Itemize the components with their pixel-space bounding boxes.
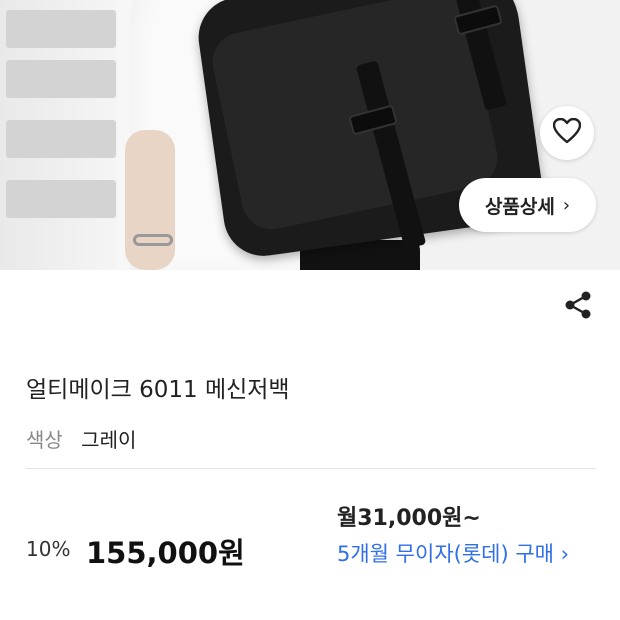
- color-label: 색상: [26, 428, 63, 452]
- product-detail-label: 상품상세: [484, 195, 555, 218]
- chevron-right-icon: ›: [562, 194, 571, 216]
- divider: [26, 468, 596, 469]
- product-name: 얼티메이크 6011 메신저백: [26, 377, 290, 403]
- discount-rate: 10%: [26, 537, 71, 561]
- installment-link[interactable]: 5개월 무이자(롯데) 구매 ›: [337, 538, 599, 570]
- bracelet: [133, 234, 173, 246]
- model-arm: [125, 130, 175, 270]
- wishlist-button[interactable]: [540, 106, 594, 160]
- heart-outline-icon: [552, 117, 582, 148]
- color-value: 그레이: [81, 428, 137, 452]
- color-option-row: 색상 그레이: [26, 424, 136, 453]
- product-detail-button[interactable]: 상품상세 ›: [459, 178, 596, 232]
- monthly-price: 월31,000원~: [337, 506, 481, 531]
- sale-price: 155,000원: [86, 536, 245, 570]
- background-lettering: [0, 0, 130, 270]
- share-button[interactable]: [562, 290, 594, 324]
- share-icon: [564, 290, 592, 324]
